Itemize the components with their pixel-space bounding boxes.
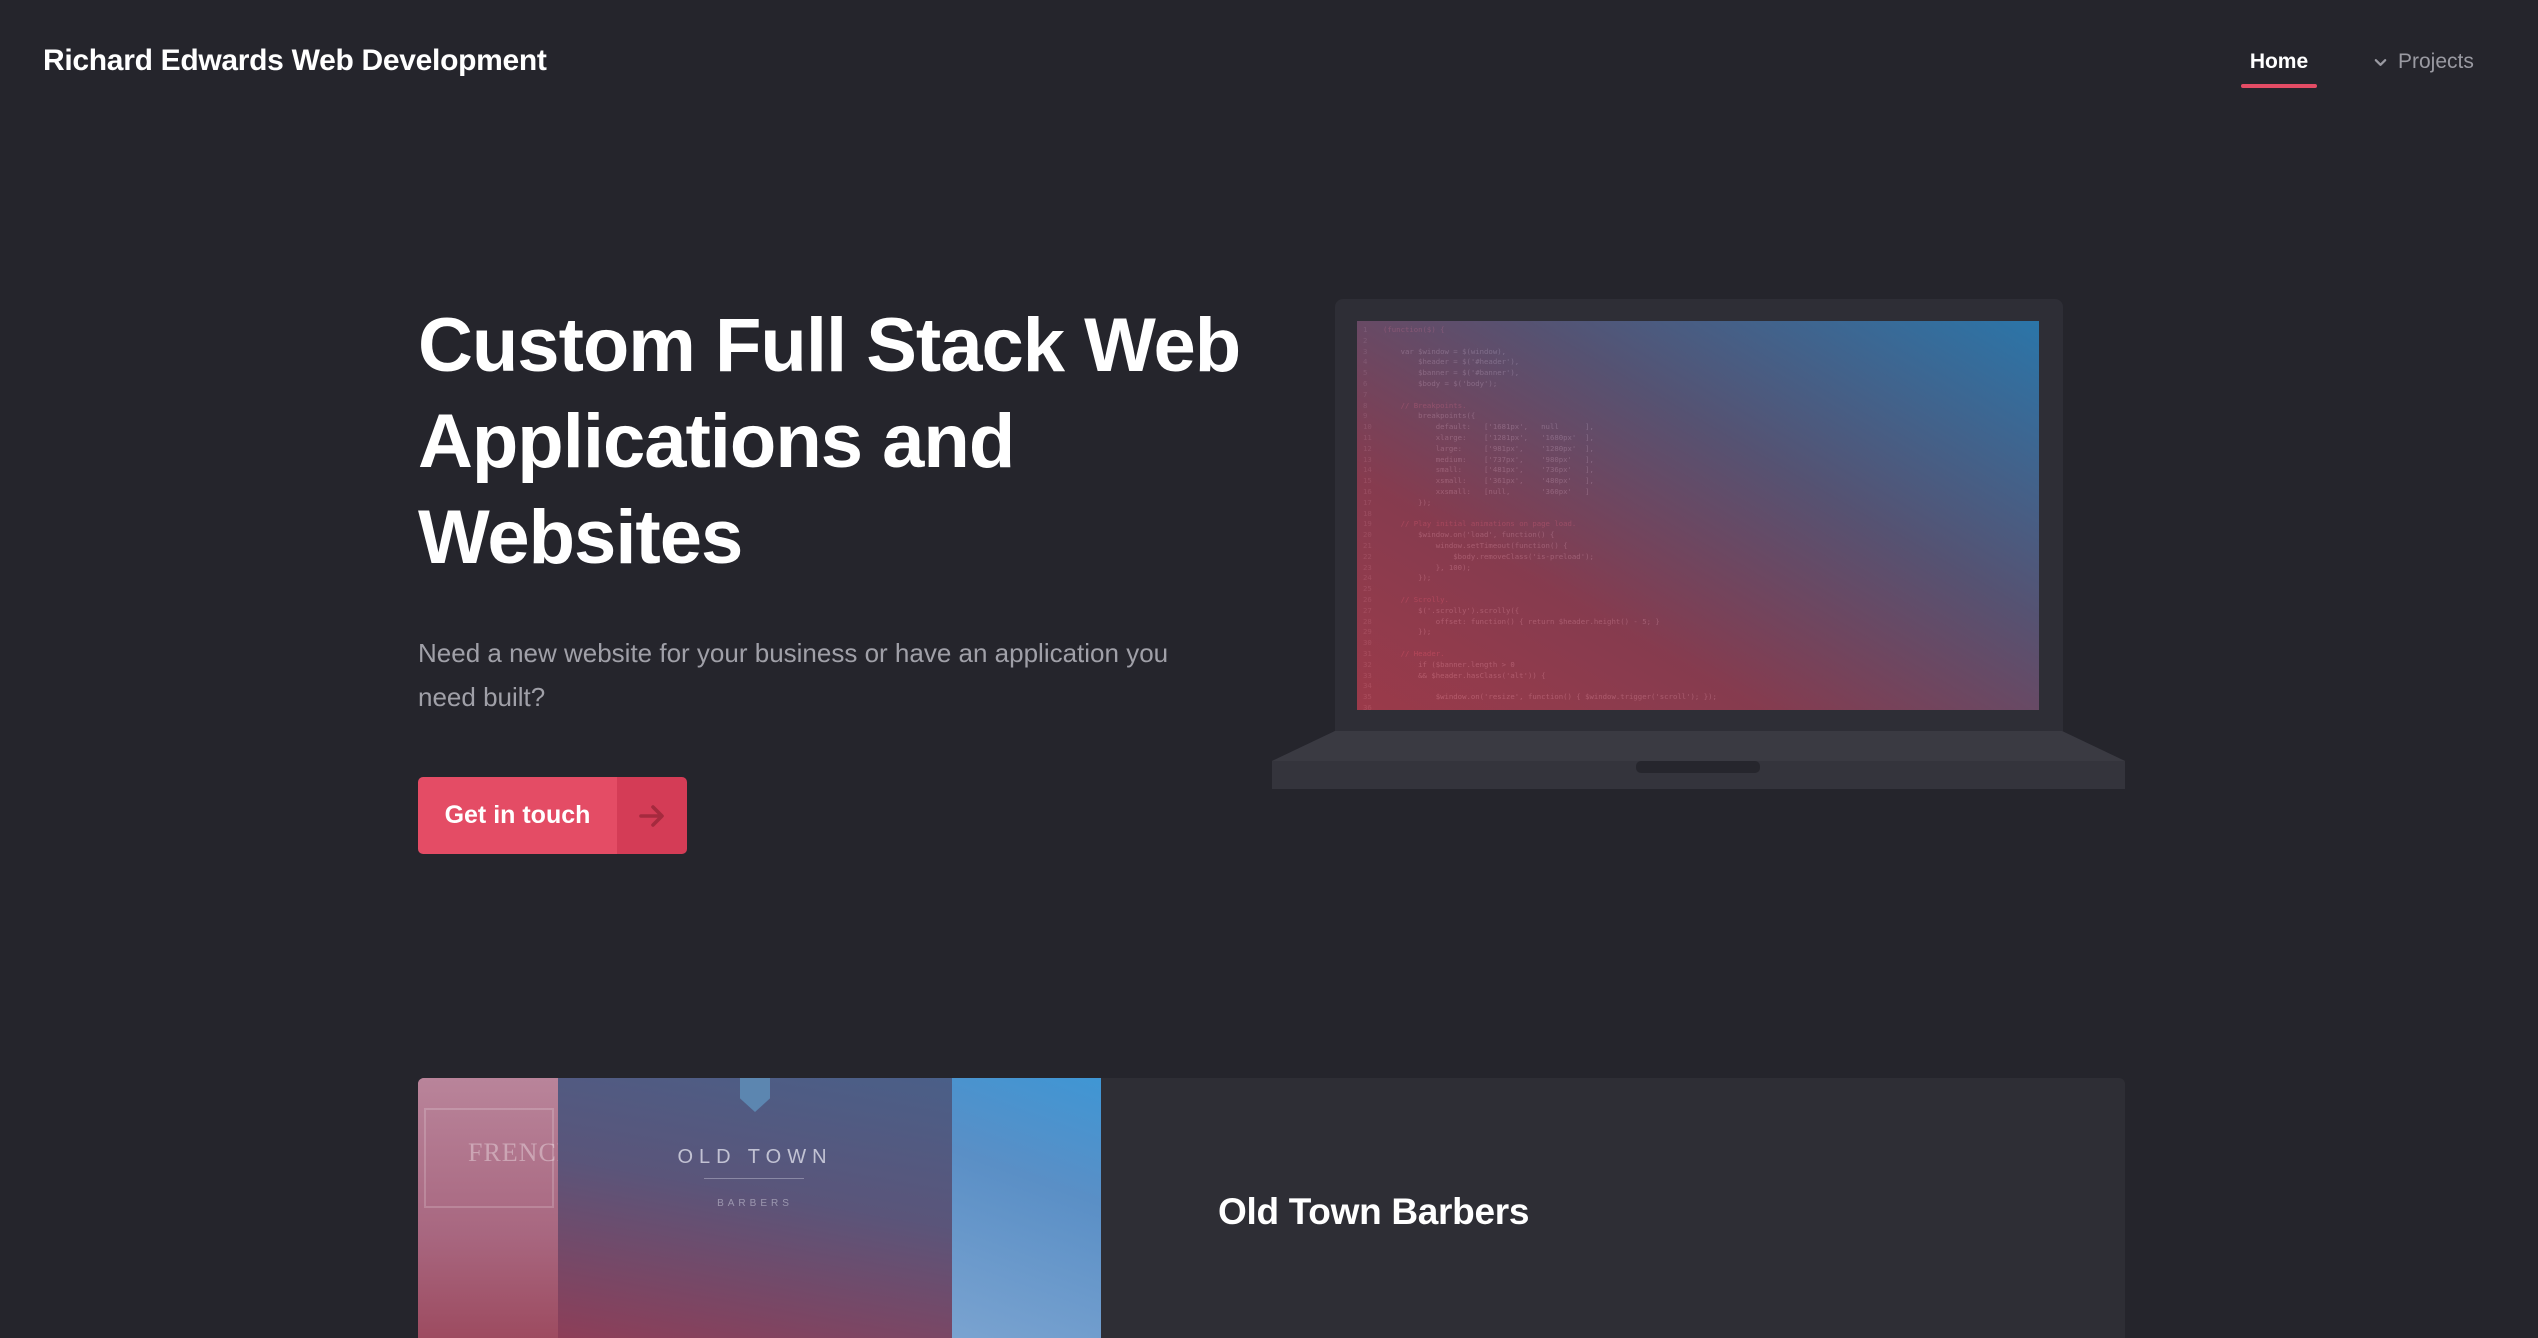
arrow-right-icon — [639, 804, 664, 827]
nav-item-projects[interactable]: Projects — [2373, 50, 2474, 74]
hero-subtitle: Need a new website for your business or … — [418, 638, 1169, 712]
get-in-touch-button[interactable]: Get in touch — [418, 777, 687, 854]
active-underline — [2241, 84, 2317, 88]
site-header: Richard Edwards Web Development Home Pro… — [0, 0, 2538, 130]
nav-item-home[interactable]: Home — [2241, 50, 2317, 90]
screen-gradient-overlay — [1357, 321, 2039, 710]
project-title[interactable]: Old Town Barbers — [1218, 1191, 1529, 1233]
nav-item-projects-label: Projects — [2398, 50, 2474, 73]
laptop-illustration: 1(function($) { 2 3 var $window = $(wind… — [1335, 299, 2063, 731]
image-ribbon — [740, 1078, 770, 1112]
image-sub-text: BARBERS — [717, 1198, 793, 1209]
chevron-down-icon — [2374, 58, 2387, 66]
project-image[interactable]: FRENCH OLD TOWN BARBERS — [418, 1078, 1101, 1338]
laptop-screen: 1(function($) { 2 3 var $window = $(wind… — [1357, 321, 2039, 710]
cta-arrow-box — [617, 777, 687, 854]
laptop-base — [1272, 731, 2125, 789]
image-mid-panel: OLD TOWN BARBERS — [558, 1078, 952, 1338]
nav-item-home-label: Home — [2249, 50, 2309, 73]
site-brand[interactable]: Richard Edwards Web Development — [43, 44, 547, 78]
image-brand-text: OLD TOWN — [677, 1146, 833, 1168]
image-right-panel — [952, 1078, 1101, 1338]
image-divider — [704, 1178, 804, 1179]
hero-title: Custom Full Stack Web Applications and W… — [418, 303, 1241, 580]
image-left-panel: FRENCH — [418, 1078, 576, 1338]
get-in-touch-label: Get in touch — [418, 777, 617, 854]
